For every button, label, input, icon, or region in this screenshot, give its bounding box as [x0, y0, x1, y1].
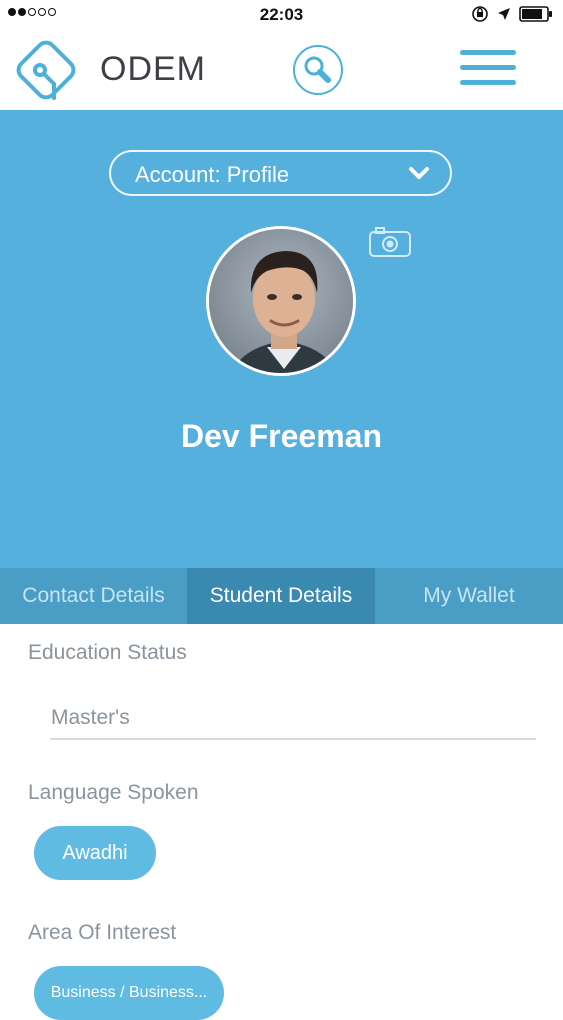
interest-chip[interactable]: Business / Business... [34, 966, 224, 1020]
odem-logo-icon[interactable] [10, 34, 82, 111]
hamburger-menu-button[interactable] [460, 48, 518, 88]
status-bar: 22:03 [0, 0, 563, 28]
language-spoken-label: Language Spoken [28, 781, 199, 804]
user-name: Dev Freeman [181, 418, 382, 454]
profile-header: Account: Profile Dev Freeman [0, 110, 563, 570]
search-icon [293, 45, 343, 95]
education-status-field[interactable]: Master's [50, 700, 536, 740]
language-chip[interactable]: Awadhi [34, 826, 156, 880]
avatar[interactable] [206, 226, 356, 376]
education-status-label: Education Status [28, 641, 187, 664]
tab-contact-details[interactable]: Contact Details [0, 568, 187, 624]
search-button[interactable] [292, 44, 344, 96]
battery-icon [519, 6, 552, 22]
chevron-down-icon [409, 167, 429, 179]
app-header: ODEM [0, 28, 563, 110]
account-dropdown-label: Account: Profile [135, 162, 290, 187]
area-of-interest-label: Area Of Interest [28, 921, 177, 944]
tab-student-details[interactable]: Student Details [187, 568, 375, 624]
camera-icon[interactable] [368, 226, 412, 263]
brand-name: ODEM [100, 50, 206, 88]
tab-my-wallet[interactable]: My Wallet [375, 568, 563, 624]
account-dropdown[interactable]: Account: Profile [109, 150, 452, 196]
profile-tabs: Contact Details Student Details My Walle… [0, 568, 563, 624]
orientation-lock-icon [472, 6, 488, 22]
location-arrow-icon [498, 8, 510, 20]
